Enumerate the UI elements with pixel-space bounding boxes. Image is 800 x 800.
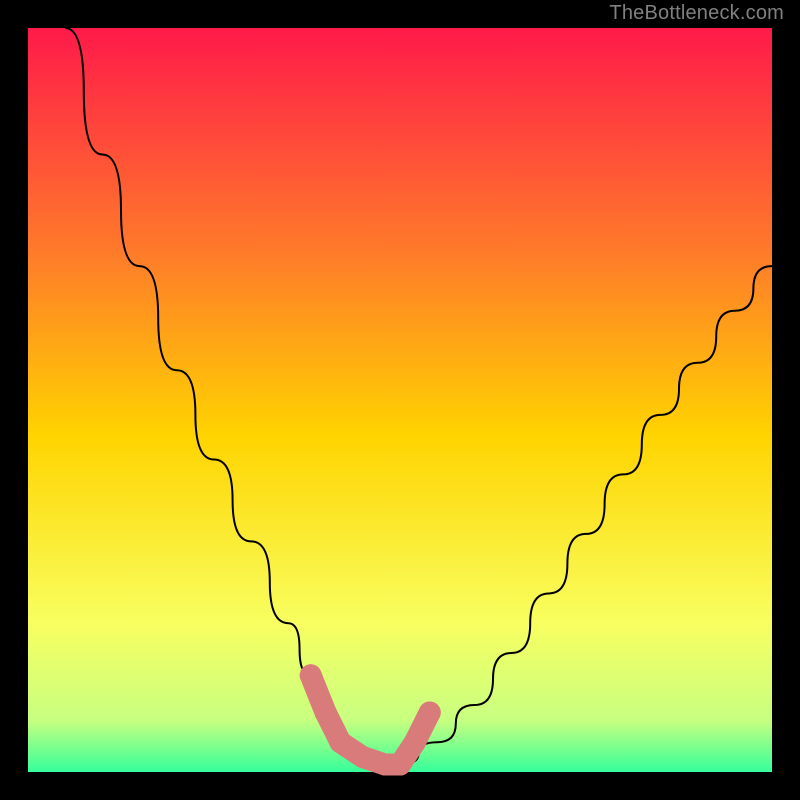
plot-background [28, 28, 772, 772]
marker-dot [329, 731, 351, 753]
marker-dot [419, 701, 441, 723]
marker-dot [352, 746, 374, 768]
watermark-text: TheBottleneck.com [609, 2, 784, 25]
bottleneck-chart-svg [0, 0, 800, 800]
marker-dot [404, 731, 426, 753]
chart-frame: TheBottleneck.com [0, 0, 800, 800]
marker-dot [389, 754, 411, 776]
marker-dot [315, 701, 337, 723]
marker-dot [300, 664, 322, 686]
